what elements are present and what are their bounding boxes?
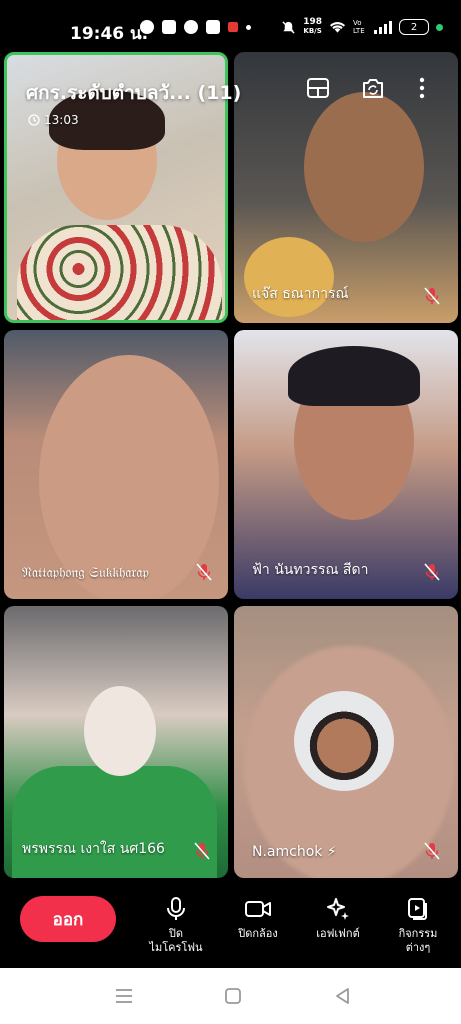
mic-off-icon [194, 842, 210, 860]
meeting-timer: 13:03 [28, 113, 79, 127]
participant-name: พรพรรณ เงาใส นศ166 [22, 841, 165, 857]
participant-video [17, 225, 222, 320]
participant-tile-6[interactable]: N.amchok ⚡ [234, 606, 458, 878]
video-camera-icon [245, 901, 271, 917]
effects-label: เอฟเฟกต์ [316, 927, 360, 940]
switch-camera-icon[interactable] [360, 75, 386, 101]
facebook-icon [140, 20, 154, 34]
participant-video [12, 766, 217, 878]
recent-apps-icon[interactable] [113, 986, 135, 1006]
participant-name: ฟ้า นันทวรรณ สีดา [252, 562, 369, 578]
line-icon [184, 20, 198, 34]
status-bar: 19:46 น. 198 KB/S Vo LTE 2 [0, 0, 461, 50]
activities-label: กิจกรรม ต่างๆ [398, 927, 438, 954]
notification-icons [140, 20, 251, 34]
mic-off-icon [424, 842, 440, 860]
system-navigation-bar [0, 968, 461, 1024]
camera-label: ปิดกล้อง [238, 927, 278, 940]
meeting-title[interactable]: ศกร.ระดับตำบลวั... (11) [26, 78, 241, 108]
participant-tile-5[interactable]: พรพรรณ เงาใส นศ166 [4, 606, 228, 878]
mic-off-icon [196, 563, 212, 581]
camera-off-button[interactable]: ปิดกล้อง [218, 896, 298, 941]
mute-label: ปิด ไมโครโฟน [149, 927, 203, 954]
back-icon[interactable] [332, 986, 354, 1006]
leave-call-button[interactable]: ออก [20, 896, 116, 942]
tiktok-icon [206, 20, 220, 34]
guitar-in-video [244, 237, 334, 317]
privacy-indicator-dot [436, 23, 443, 31]
battery-indicator: 2 [399, 19, 429, 35]
network-speed: 198 KB/S [303, 17, 322, 36]
more-options-icon[interactable] [416, 75, 428, 101]
participant-tile-3[interactable]: 𝔑𝔞𝔱𝔱𝔞𝔭𝔥𝔬𝔫𝔤 𝔖𝔲𝔨𝔨𝔥𝔞𝔯𝔞𝔭 [4, 330, 228, 599]
clock-icon [28, 114, 40, 126]
mute-bell-icon [282, 20, 295, 34]
participant-name: N.amchok ⚡ [252, 844, 337, 860]
signal-icon [374, 20, 392, 34]
activities-icon [408, 898, 427, 920]
participant-tile-4[interactable]: ฟ้า นันทวรรณ สีดา [234, 330, 458, 599]
home-icon[interactable] [222, 986, 244, 1006]
participant-face [84, 686, 156, 776]
participant-name: 𝔑𝔞𝔱𝔱𝔞𝔭𝔥𝔬𝔫𝔤 𝔖𝔲𝔨𝔨𝔥𝔞𝔯𝔞𝔭 [22, 565, 149, 581]
participant-face [288, 346, 420, 520]
sparkles-icon [327, 898, 349, 920]
self-view-avatar[interactable] [294, 691, 394, 791]
more-notifications-icon [246, 24, 251, 30]
wifi-icon [329, 22, 346, 33]
activities-button[interactable]: กิจกรรม ต่างๆ [378, 896, 458, 955]
system-status: 198 KB/S Vo LTE 2 [281, 18, 443, 36]
shopping-bag-icon [162, 20, 176, 34]
participant-name: แจ๊ส ธณาการณ์ [252, 286, 349, 302]
participant-face [304, 92, 424, 242]
microphone-icon [167, 897, 185, 920]
participant-face [39, 355, 219, 599]
volte-label: Vo LTE [353, 19, 365, 35]
layout-grid-icon[interactable] [305, 75, 331, 101]
app-notification-icon [228, 22, 238, 32]
mute-microphone-button[interactable]: ปิด ไมโครโฟน [136, 896, 216, 955]
mic-off-icon [424, 563, 440, 581]
effects-button[interactable]: เอฟเฟกต์ [298, 896, 378, 941]
mic-off-icon [424, 287, 440, 305]
call-controls-bar: ออก ปิด ไมโครโฟน ปิดกล้อง เอฟเฟกต์ กิจกร… [0, 884, 461, 968]
status-time: 19:46 น. [70, 24, 149, 44]
